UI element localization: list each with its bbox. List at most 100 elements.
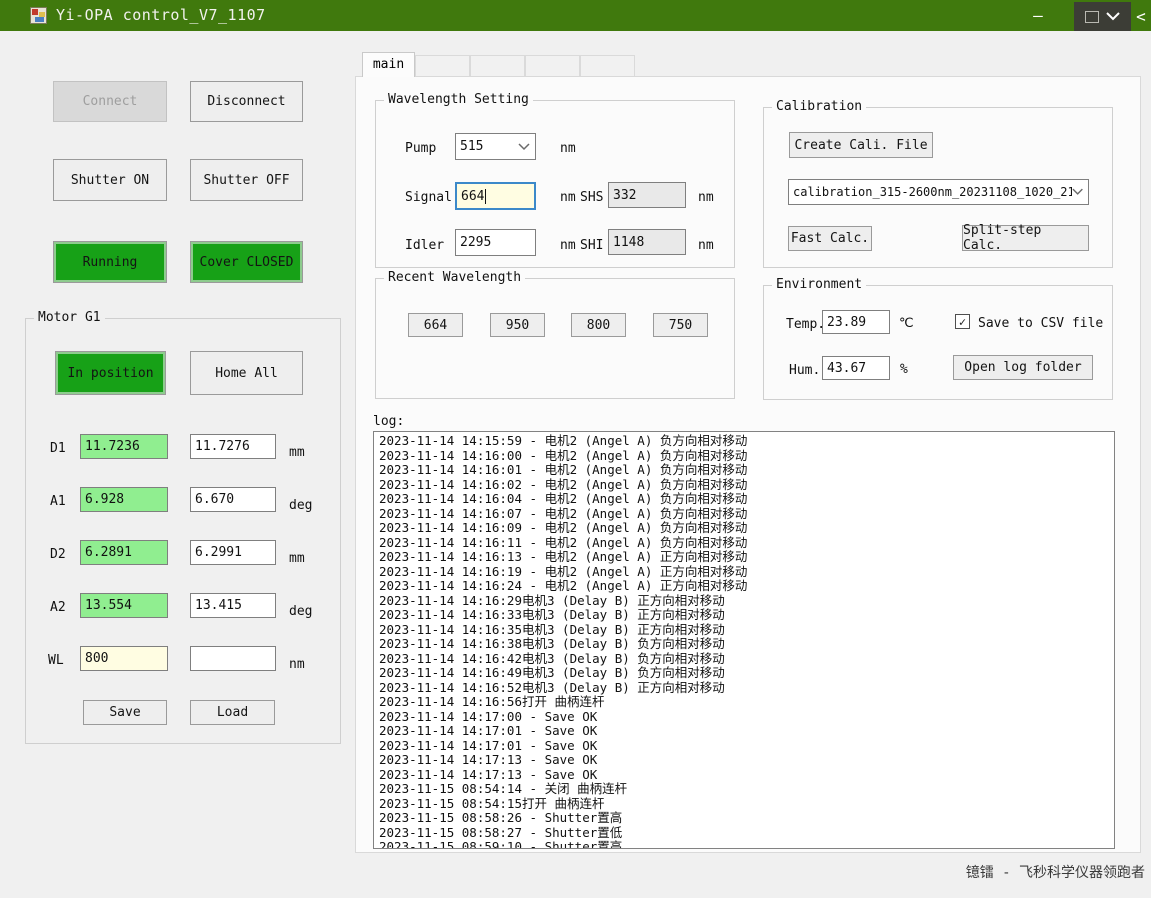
log-line: 2023-11-14 14:16:13 - 电机2 (Angel A) 正方向相…: [379, 550, 1114, 565]
calibration-file-combobox[interactable]: calibration_315-2600nm_20231108_1020_21 …: [788, 179, 1089, 205]
log-line: 2023-11-14 14:17:01 - Save OK: [379, 724, 1114, 739]
log-line: 2023-11-14 14:17:01 - Save OK: [379, 739, 1114, 754]
maximize-icon[interactable]: [1085, 11, 1099, 23]
log-line: 2023-11-14 14:16:33电机3 (Delay B) 正方向相对移动: [379, 608, 1114, 623]
window-controls-group[interactable]: [1074, 2, 1131, 31]
hum-unit: %: [900, 362, 908, 377]
chevron-down-icon[interactable]: [1072, 188, 1083, 196]
log-line: 2023-11-15 08:58:27 - Shutter置低: [379, 826, 1114, 841]
motor-target-field[interactable]: 13.415: [190, 593, 276, 618]
log-label: log:: [373, 414, 404, 429]
motor-target-field[interactable]: 11.7276: [190, 434, 276, 459]
motor-target-field[interactable]: 6.670: [190, 487, 276, 512]
log-line: 2023-11-14 14:16:38电机3 (Delay B) 负方向相对移动: [379, 637, 1114, 652]
calibration-title: Calibration: [772, 99, 866, 114]
app-window: Yi-OPA control_V7_1107 — < Connect Disco…: [0, 0, 1151, 898]
motor-current-field[interactable]: 800: [80, 646, 168, 671]
motor-current-field[interactable]: 6.2891: [80, 540, 168, 565]
chevron-down-icon[interactable]: [1106, 12, 1120, 21]
log-line: 2023-11-14 14:17:13 - Save OK: [379, 753, 1114, 768]
log-line: 2023-11-14 14:16:42电机3 (Delay B) 负方向相对移动: [379, 652, 1114, 667]
log-line: 2023-11-14 14:16:11 - 电机2 (Angel A) 负方向相…: [379, 536, 1114, 551]
environment-group: Environment: [763, 285, 1113, 400]
tab-blank[interactable]: [525, 55, 580, 76]
shutter-off-button[interactable]: Shutter OFF: [190, 159, 303, 201]
shutter-on-button[interactable]: Shutter ON: [53, 159, 167, 201]
pump-combobox[interactable]: 515: [455, 133, 536, 160]
log-line: 2023-11-14 14:16:35电机3 (Delay B) 正方向相对移动: [379, 623, 1114, 638]
recent-wavelength-title: Recent Wavelength: [384, 270, 525, 285]
log-textarea[interactable]: 2023-11-14 14:15:59 - 电机2 (Angel A) 负方向相…: [373, 431, 1115, 849]
log-line: 2023-11-14 14:16:29电机3 (Delay B) 正方向相对移动: [379, 594, 1114, 609]
brand-text: 镱镭 - 飞秒科学仪器领跑者: [955, 862, 1145, 882]
load-button[interactable]: Load: [190, 700, 275, 725]
chevron-down-icon[interactable]: [518, 143, 530, 151]
collapse-arrow-icon[interactable]: <: [1133, 4, 1149, 28]
titlebar: Yi-OPA control_V7_1107 — <: [0, 0, 1151, 31]
log-line: 2023-11-14 14:16:09 - 电机2 (Angel A) 负方向相…: [379, 521, 1114, 536]
running-status-button[interactable]: Running: [53, 241, 167, 283]
motor-target-field[interactable]: 6.2991: [190, 540, 276, 565]
shs-field: 332: [608, 182, 686, 208]
motor-row-unit: deg: [289, 498, 312, 513]
shs-label: SHS: [580, 190, 603, 205]
idler-input[interactable]: 2295: [455, 229, 536, 256]
motor-row-label: A2: [50, 600, 66, 615]
log-line: 2023-11-15 08:54:15打开 曲柄连杆: [379, 797, 1114, 812]
calibration-file-value: calibration_315-2600nm_20231108_1020_21 …: [793, 185, 1072, 199]
log-line: 2023-11-15 08:59:10 - Shutter置高: [379, 840, 1114, 849]
motor-current-field[interactable]: 13.554: [80, 593, 168, 618]
tab-blank[interactable]: [580, 55, 635, 76]
recent-wavelength-button[interactable]: 750: [653, 313, 708, 337]
log-line: 2023-11-14 14:16:01 - 电机2 (Angel A) 负方向相…: [379, 463, 1114, 478]
motor-target-field[interactable]: [190, 646, 276, 671]
log-line: 2023-11-14 14:16:02 - 电机2 (Angel A) 负方向相…: [379, 478, 1114, 493]
split-step-calc-button[interactable]: Split-step Calc.: [962, 225, 1089, 251]
minimize-button[interactable]: —: [1018, 0, 1058, 31]
motor-current-field[interactable]: 6.928: [80, 487, 168, 512]
disconnect-button[interactable]: Disconnect: [190, 81, 303, 122]
in-position-button[interactable]: In position: [55, 351, 166, 395]
tab-main[interactable]: main: [362, 52, 415, 77]
log-line: 2023-11-14 14:16:00 - 电机2 (Angel A) 负方向相…: [379, 449, 1114, 464]
log-line: 2023-11-14 14:15:59 - 电机2 (Angel A) 负方向相…: [379, 434, 1114, 449]
motor-g1-group-title: Motor G1: [34, 310, 105, 325]
save-button[interactable]: Save: [83, 700, 167, 725]
tab-blank[interactable]: [415, 55, 470, 76]
recent-wavelength-button[interactable]: 664: [408, 313, 463, 337]
signal-value: 664: [461, 189, 484, 204]
log-line: 2023-11-15 08:58:26 - Shutter置高: [379, 811, 1114, 826]
home-all-button[interactable]: Home All: [190, 351, 303, 395]
cover-status-button[interactable]: Cover CLOSED: [190, 241, 303, 283]
fast-calc-button[interactable]: Fast Calc.: [788, 226, 872, 251]
log-line: 2023-11-14 14:16:19 - 电机2 (Angel A) 正方向相…: [379, 565, 1114, 580]
recent-wavelength-button[interactable]: 950: [490, 313, 545, 337]
save-csv-label: Save to CSV file: [978, 316, 1103, 331]
signal-unit: nm: [560, 190, 576, 205]
motor-row-label: A1: [50, 494, 66, 509]
log-line: 2023-11-14 14:16:07 - 电机2 (Angel A) 负方向相…: [379, 507, 1114, 522]
log-line: 2023-11-14 14:17:00 - Save OK: [379, 710, 1114, 725]
app-icon: [30, 7, 47, 24]
log-line: 2023-11-14 14:16:52电机3 (Delay B) 正方向相对移动: [379, 681, 1114, 696]
motor-current-field[interactable]: 11.7236: [80, 434, 168, 459]
open-log-folder-button[interactable]: Open log folder: [953, 355, 1093, 380]
connect-button[interactable]: Connect: [53, 81, 167, 122]
motor-row-unit: mm: [289, 551, 305, 566]
text-caret: [485, 189, 486, 204]
tab-blank[interactable]: [470, 55, 525, 76]
pump-value: 515: [460, 139, 483, 154]
window-title: Yi-OPA control_V7_1107: [56, 6, 266, 24]
log-line: 2023-11-15 08:54:14 - 关闭 曲柄连杆: [379, 782, 1114, 797]
log-line: 2023-11-14 14:16:04 - 电机2 (Angel A) 负方向相…: [379, 492, 1114, 507]
create-cali-file-button[interactable]: Create Cali. File: [789, 132, 933, 158]
motor-row-label: WL: [48, 653, 64, 668]
signal-input[interactable]: 664: [455, 182, 536, 210]
recent-wavelength-button[interactable]: 800: [571, 313, 626, 337]
motor-row-unit: nm: [289, 657, 305, 672]
temp-field: 23.89: [822, 310, 890, 334]
save-csv-checkbox[interactable]: ✓: [955, 314, 970, 329]
hum-field: 43.67: [822, 356, 890, 380]
environment-title: Environment: [772, 277, 866, 292]
idler-label: Idler: [405, 238, 444, 253]
